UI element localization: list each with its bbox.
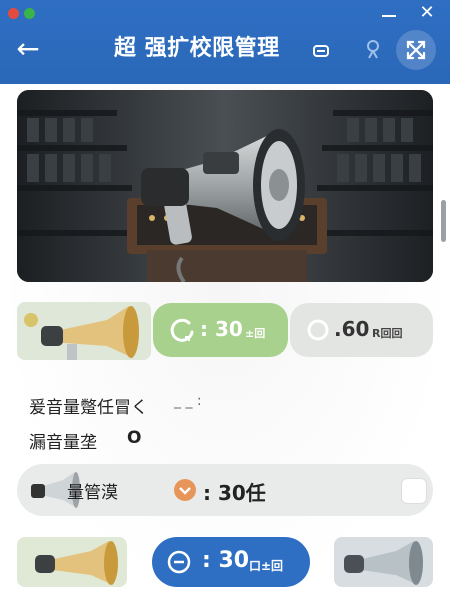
preset-30-suffix: ±回 bbox=[245, 327, 266, 340]
bottom-30-button[interactable]: : 30 口±回 bbox=[152, 537, 310, 587]
refresh-icon bbox=[170, 318, 194, 342]
hero-image bbox=[17, 90, 433, 282]
scrollbar-thumb[interactable] bbox=[441, 200, 446, 242]
bottom-30-suffix: 口±回 bbox=[249, 559, 284, 573]
volume-control-label: 量管漠 bbox=[67, 483, 118, 503]
megaphone-icon bbox=[17, 302, 151, 360]
expand-button[interactable] bbox=[396, 30, 436, 70]
circle-icon bbox=[307, 319, 329, 341]
volume-control-value: : 30任 bbox=[203, 481, 266, 505]
megaphone-thumbnail-gold[interactable] bbox=[17, 302, 151, 360]
volume-setting-label: 爰音量蹩任冒く bbox=[29, 398, 148, 418]
preset-30-button[interactable]: : 30 ±回 bbox=[153, 303, 288, 357]
page-title: 超 强扩校限管理 bbox=[114, 36, 280, 61]
chevron-down-icon bbox=[174, 479, 196, 501]
preset-60-label: .60 bbox=[334, 317, 370, 341]
window-close-dot[interactable] bbox=[8, 8, 19, 19]
volume-control-row[interactable]: 量管漠 : 30任 bbox=[17, 464, 433, 516]
pin-icon[interactable] bbox=[362, 38, 384, 60]
megaphone-icon bbox=[334, 537, 433, 587]
megaphone-icon bbox=[17, 537, 127, 587]
megaphone-photo bbox=[17, 90, 433, 282]
preset-30-label: : 30 bbox=[200, 317, 243, 341]
minimize-icon[interactable] bbox=[378, 4, 400, 22]
minus-circle-icon bbox=[167, 550, 191, 574]
title-bar: ✕ ← 超 强扩校限管理 bbox=[0, 0, 450, 84]
bottom-30-label: : 30 bbox=[202, 548, 250, 573]
volume-setting-dots: _ _ : bbox=[174, 393, 202, 409]
window-maximize-dot[interactable] bbox=[24, 8, 35, 19]
megaphone-thumbnail-left[interactable] bbox=[17, 537, 127, 587]
preset-60-suffix: R回回 bbox=[372, 327, 403, 340]
close-icon[interactable]: ✕ bbox=[416, 2, 438, 24]
expand-icon bbox=[406, 40, 426, 60]
lock-icon[interactable] bbox=[310, 38, 332, 60]
back-button[interactable]: ← bbox=[8, 32, 48, 68]
megaphone-thumbnail-right[interactable] bbox=[334, 537, 433, 587]
window-controls: ✕ bbox=[0, 0, 450, 26]
checkbox[interactable] bbox=[401, 478, 427, 504]
mute-setting-label: 漏音量垄 bbox=[29, 433, 97, 453]
mute-toggle[interactable]: O bbox=[127, 428, 141, 448]
preset-60-button[interactable]: .60 R回回 bbox=[290, 303, 433, 357]
